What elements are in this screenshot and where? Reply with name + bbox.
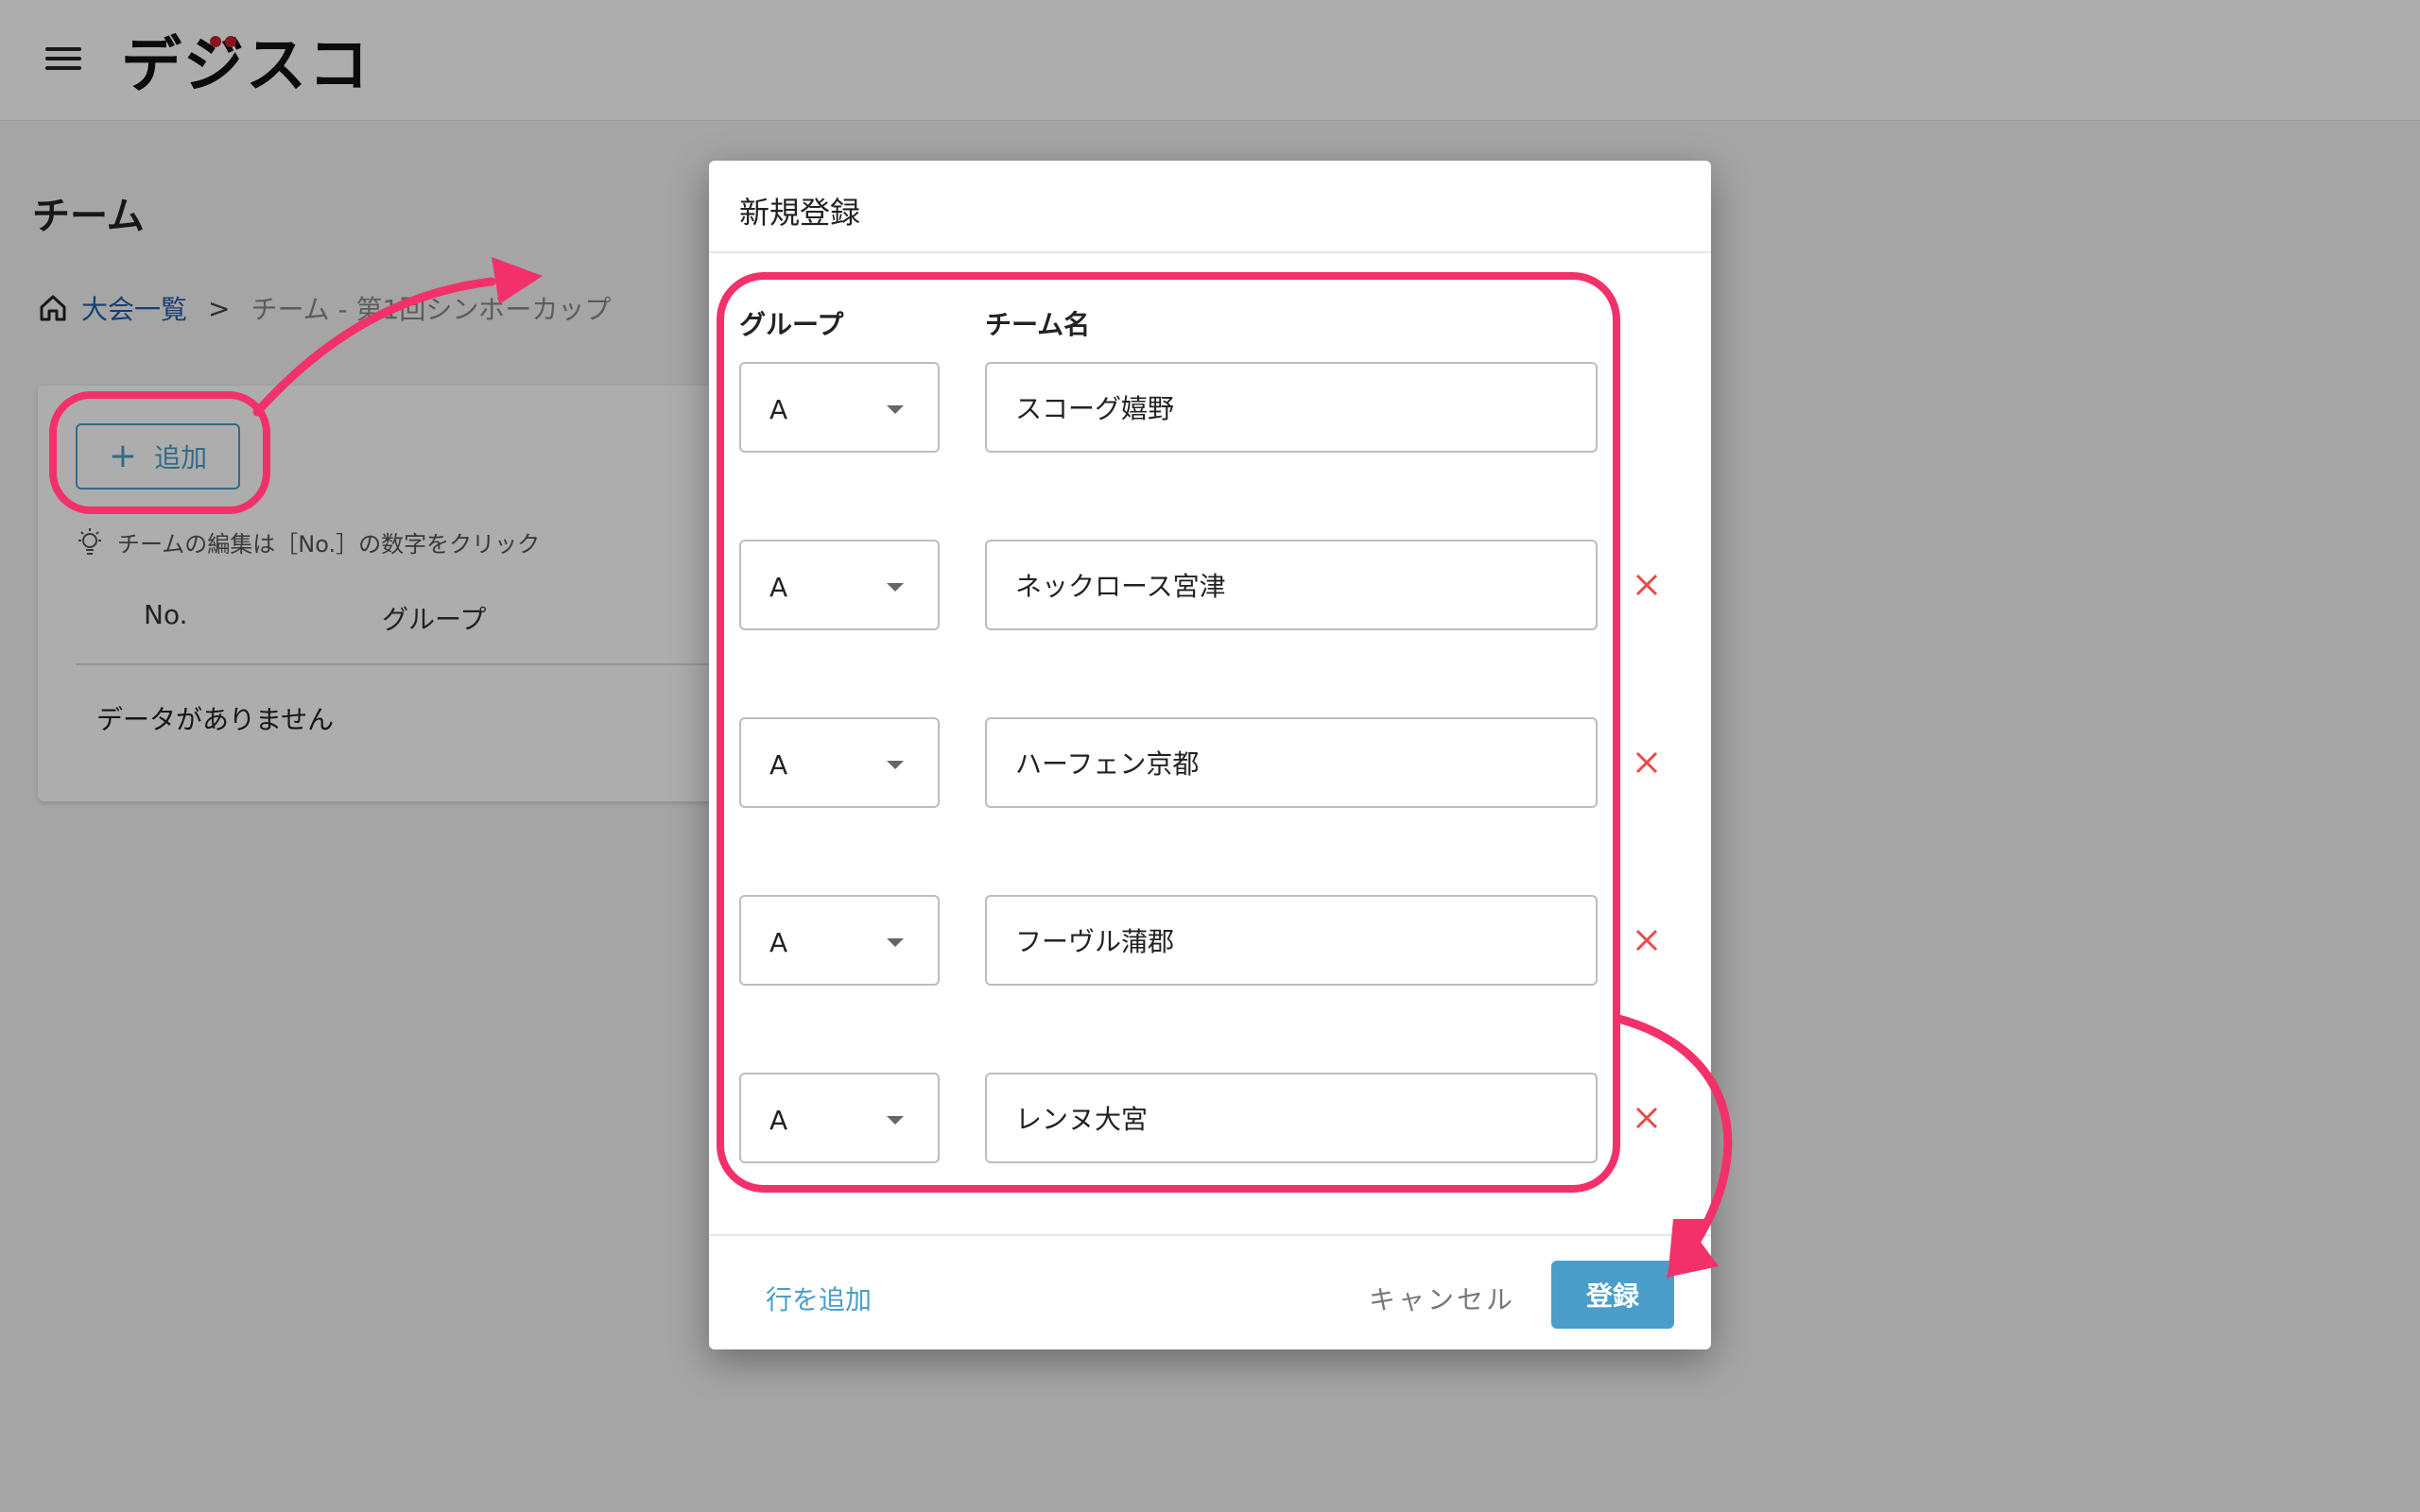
group-select-value: A bbox=[769, 749, 788, 781]
team-row: A bbox=[739, 895, 1685, 986]
delete-row-icon[interactable] bbox=[1628, 566, 1666, 604]
dialog-footer-divider bbox=[709, 1234, 1711, 1236]
delete-row-icon[interactable] bbox=[1628, 921, 1666, 959]
cancel-button[interactable]: キャンセル bbox=[1369, 1280, 1515, 1317]
team-name-input[interactable] bbox=[985, 362, 1598, 453]
add-row-button[interactable]: 行を追加 bbox=[766, 1280, 872, 1317]
dropdown-caret-icon bbox=[887, 1116, 904, 1125]
team-name-input[interactable] bbox=[985, 540, 1598, 630]
register-button[interactable]: 登録 bbox=[1551, 1261, 1674, 1329]
dialog-header-divider bbox=[709, 251, 1711, 253]
team-row: A bbox=[739, 540, 1685, 630]
group-select-value: A bbox=[769, 394, 788, 425]
group-select[interactable]: A bbox=[739, 895, 940, 986]
team-row: A bbox=[739, 1073, 1685, 1163]
dropdown-caret-icon bbox=[887, 761, 904, 769]
column-header-group: グループ bbox=[739, 309, 844, 340]
dropdown-caret-icon bbox=[887, 405, 904, 414]
team-name-input[interactable] bbox=[985, 717, 1598, 808]
dropdown-caret-icon bbox=[887, 938, 904, 947]
delete-row-icon[interactable] bbox=[1628, 744, 1666, 782]
group-select-value: A bbox=[769, 572, 788, 603]
team-row: A bbox=[739, 717, 1685, 808]
team-name-input[interactable] bbox=[985, 895, 1598, 986]
dropdown-caret-icon bbox=[887, 583, 904, 592]
dialog-title: 新規登録 bbox=[739, 195, 861, 231]
group-select-value: A bbox=[769, 1105, 788, 1136]
team-row: A bbox=[739, 362, 1685, 453]
group-select[interactable]: A bbox=[739, 717, 940, 808]
column-header-team-name: チーム名 bbox=[985, 309, 1091, 340]
group-select[interactable]: A bbox=[739, 1073, 940, 1163]
group-select[interactable]: A bbox=[739, 540, 940, 630]
new-registration-dialog: 新規登録 グループ チーム名 A A A A bbox=[709, 161, 1711, 1349]
delete-row-icon[interactable] bbox=[1628, 1099, 1666, 1137]
team-name-input[interactable] bbox=[985, 1073, 1598, 1163]
group-select-value: A bbox=[769, 927, 788, 958]
group-select[interactable]: A bbox=[739, 362, 940, 453]
